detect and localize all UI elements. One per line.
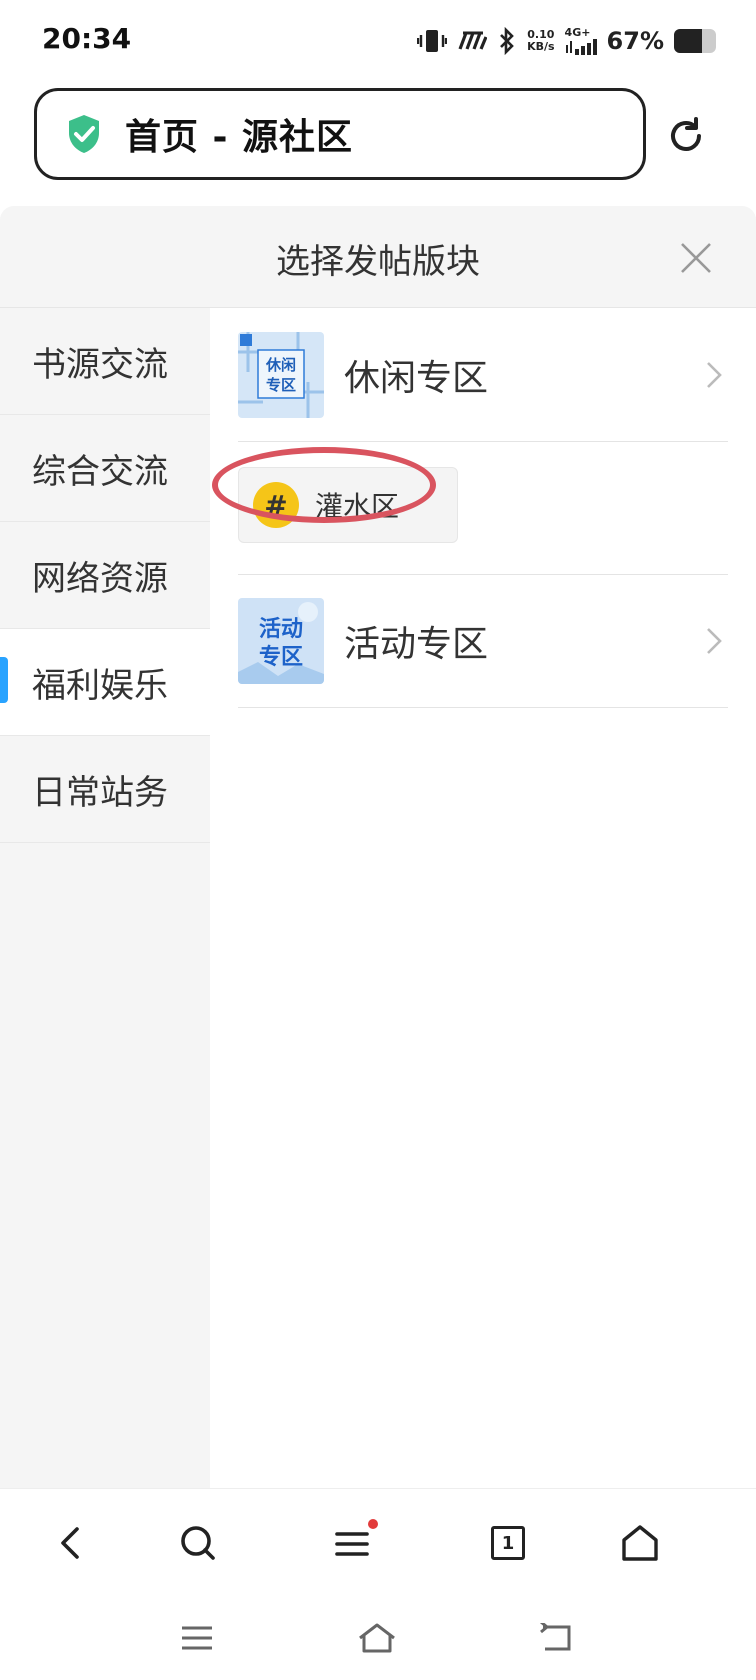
system-navigation [0,1598,756,1680]
sheet-header: 选择发帖版块 [0,206,756,308]
sub-board-row: # 灌水区 [212,441,728,575]
browser-toolbar: 1 [0,1488,756,1598]
refresh-button[interactable] [658,108,714,164]
vibrate-icon [417,27,448,55]
status-icons: 0.10 KB/s 4G+ 67% [417,24,716,58]
back-button[interactable] [40,1513,100,1573]
signal-icon: 4G+ [565,27,597,55]
hash-icon: # [253,482,299,528]
board-row-huodong[interactable]: 活动 专区 活动专区 [238,574,728,708]
system-home-button[interactable] [352,1618,402,1658]
nav-item-shuyuan[interactable]: 书源交流 [0,308,210,415]
search-button[interactable] [168,1513,228,1573]
shield-check-icon [69,115,99,153]
nav-item-wangluo[interactable]: 网络资源 [0,522,210,629]
battery-fill [674,29,703,53]
close-icon [681,243,711,273]
sheet-title: 选择发帖版块 [276,242,480,282]
nav-item-zonghe[interactable]: 综合交流 [0,415,210,522]
nav-item-label: 网络资源 [32,558,168,599]
board-row-xiuxian[interactable]: 休闲 专区 休闲专区 [238,308,728,442]
tab-count-icon: 1 [491,1526,525,1560]
net-speed: 0.10 KB/s [527,28,555,53]
nav-item-label: 综合交流 [32,451,168,492]
category-nav: 书源交流 综合交流 网络资源 福利娱乐 日常站务 [0,308,210,1488]
nav-item-label: 书源交流 [32,344,168,385]
notification-dot [368,1519,378,1529]
chevron-right-icon [707,361,722,388]
chevron-right-icon [707,627,722,654]
battery-icon [674,29,716,53]
recent-apps-button[interactable] [172,1618,222,1658]
tabs-button[interactable]: 1 [478,1513,538,1573]
search-icon [181,1526,215,1560]
status-time: 20:34 [42,22,132,55]
home-button[interactable] [610,1513,670,1573]
nav-item-richang[interactable]: 日常站务 [0,736,210,843]
recent-apps-icon [182,1626,212,1650]
system-home-icon [359,1623,395,1653]
refresh-icon [671,117,701,151]
close-button[interactable] [676,238,716,278]
nfc-icon [457,29,488,53]
bluetooth-icon [497,27,517,55]
board-thumbnail: 活动 专区 [238,597,324,684]
board-name: 休闲专区 [344,357,489,399]
board-list: 休闲 专区 休闲专区 # 灌水区 活动 专区 活动专区 [210,308,756,1488]
board-name: 活动专区 [344,623,489,665]
page-title: 首页 - 源社区 [125,117,354,158]
status-bar: 20:34 0.10 KB/s 4G+ 67% [0,0,756,84]
system-back-button[interactable] [532,1618,582,1658]
nav-item-fuli[interactable]: 福利娱乐 [0,629,210,736]
board-picker-sheet: 选择发帖版块 书源交流 综合交流 网络资源 福利娱乐 日常站务 休闲 专区 休闲… [0,206,756,1488]
home-icon [622,1525,658,1561]
sub-board-name: 灌水区 [315,490,400,523]
sub-board-chip-guanshui[interactable]: # 灌水区 [238,467,458,543]
menu-icon [335,1519,378,1556]
nav-item-label: 福利娱乐 [32,665,168,706]
thumb-text-line1: 休闲 [265,356,296,374]
nav-item-label: 日常站务 [32,772,168,813]
system-back-icon [540,1623,571,1651]
thumb-text-line2: 专区 [259,644,303,670]
battery-percent: 67% [606,27,664,55]
thumb-text-line2: 专区 [266,376,296,394]
address-bar[interactable]: 首页 - 源社区 [34,88,646,180]
back-arrow-icon [61,1527,79,1559]
thumb-text-line1: 活动 [259,617,303,642]
board-thumbnail: 休闲 专区 [238,331,324,418]
menu-button[interactable] [324,1513,384,1573]
